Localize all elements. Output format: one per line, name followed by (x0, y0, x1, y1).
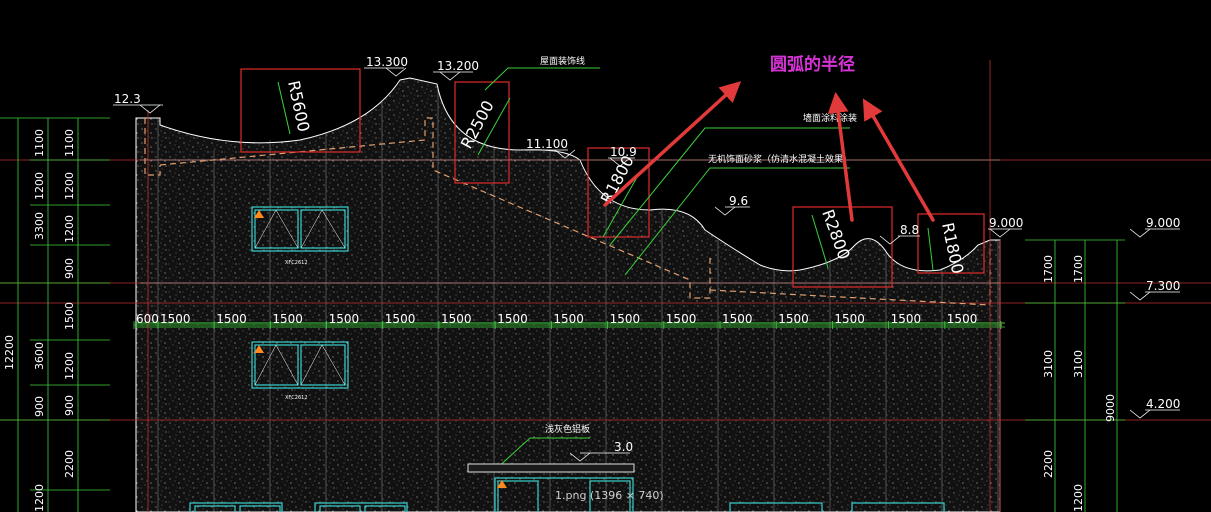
elevation-13-300: 13.300 (366, 55, 408, 69)
left-inner-1200a: 1200 (63, 172, 76, 200)
left-dim-seg2: 3600 (33, 342, 46, 370)
elevation-10-9: 10.9 (610, 145, 637, 159)
bay-dimension-label: 1500 (947, 312, 978, 326)
bay-dimension-label: 1500 (722, 312, 753, 326)
right-dim-1700a: 1700 (1042, 255, 1055, 283)
right-dim-3100a: 3100 (1042, 350, 1055, 378)
note-mortar: 无机饰面砂浆（仿清水混凝土效果） (708, 153, 852, 165)
bay-dimension-label: 1500 (385, 312, 416, 326)
elevation-9-000: 9.000 (989, 216, 1023, 230)
bay-dimension-label: 1500 (497, 312, 528, 326)
radius-label-r2500: R2500 (457, 97, 498, 152)
left-dim-seg-bottom: 1200 (33, 484, 46, 512)
facade-fill (135, 77, 1001, 512)
elevation-3-0: 3.0 (614, 440, 633, 454)
annotation-arc-radius: 圆弧的半径 (770, 54, 855, 75)
left-dim-seg2c: 1100 (33, 129, 46, 157)
elevation-11-100: 11.100 (526, 137, 568, 151)
bay-dimension-label: 1500 (441, 312, 472, 326)
bay-dimension-label: 1500 (666, 312, 697, 326)
window-lower-code: XFC2612 (285, 395, 308, 401)
left-inner-1200c: 1200 (63, 352, 76, 380)
elevation-right-4-200: 4.200 (1146, 397, 1180, 411)
canopy-bar (467, 463, 635, 473)
left-inner-900a: 900 (63, 258, 76, 279)
left-inner-1100: 1100 (63, 129, 76, 157)
bay-dimension-label: 600 (136, 312, 159, 326)
image-viewer-caption: 1.png (1396 × 740) (555, 489, 664, 502)
left-inner-900b: 900 (63, 395, 76, 416)
bay-dimension-label: 1500 (329, 312, 360, 326)
elevation-13-200: 13.200 (437, 59, 479, 73)
bay-dimension-label: 1500 (160, 312, 191, 326)
left-dimension-lines (0, 117, 110, 512)
elevation-right-9-000: 9.000 (1146, 216, 1180, 230)
left-dim-total: 12200 (3, 335, 16, 370)
note-wall-paint: 墙面涂料涂装 (803, 112, 857, 124)
bay-dimension-label: 1500 (553, 312, 584, 326)
note-canopy: 浅灰色铝板 (545, 423, 590, 435)
elevation-right-7-300: 7.300 (1146, 279, 1180, 293)
bay-dimension-label: 1500 (272, 312, 303, 326)
bay-dimension-label: 1500 (834, 312, 865, 326)
left-dim-seg1b: 1200 (33, 172, 46, 200)
elevation-12-3: 12.3 (114, 92, 141, 106)
bay-dimension-label: 1500 (891, 312, 922, 326)
right-dim-total: 9000 (1104, 394, 1117, 422)
right-dim-3100b: 3100 (1072, 350, 1085, 378)
left-inner-2200: 2200 (63, 450, 76, 478)
elevation-9-6: 9.6 (729, 194, 748, 208)
bay-dimension-label: 1500 (778, 312, 809, 326)
right-dim-1200: 1200 (1072, 484, 1085, 512)
right-dim-2200a: 2200 (1042, 450, 1055, 478)
elevation-8-8: 8.8 (900, 223, 919, 237)
radius-label-r1800b: R1800 (938, 221, 967, 276)
left-inner-1200b: 1200 (63, 215, 76, 243)
note-roof-line: 屋面装饰线 (540, 55, 585, 67)
bay-dimension-label: 1500 (216, 312, 247, 326)
bay-dimension-label: 1500 (610, 312, 641, 326)
annotation-arrows (603, 81, 935, 222)
window-upper-code: XFC2612 (285, 260, 308, 266)
left-inner-1500: 1500 (63, 302, 76, 330)
left-dim-seg1: 3300 (33, 212, 46, 240)
right-dim-1700b: 1700 (1072, 255, 1085, 283)
left-dim-seg2b: 900 (33, 396, 46, 417)
cad-elevation-drawing: R5600 R2500 R1800 R2800 R1800 12.3 13.30… (0, 54, 1211, 512)
